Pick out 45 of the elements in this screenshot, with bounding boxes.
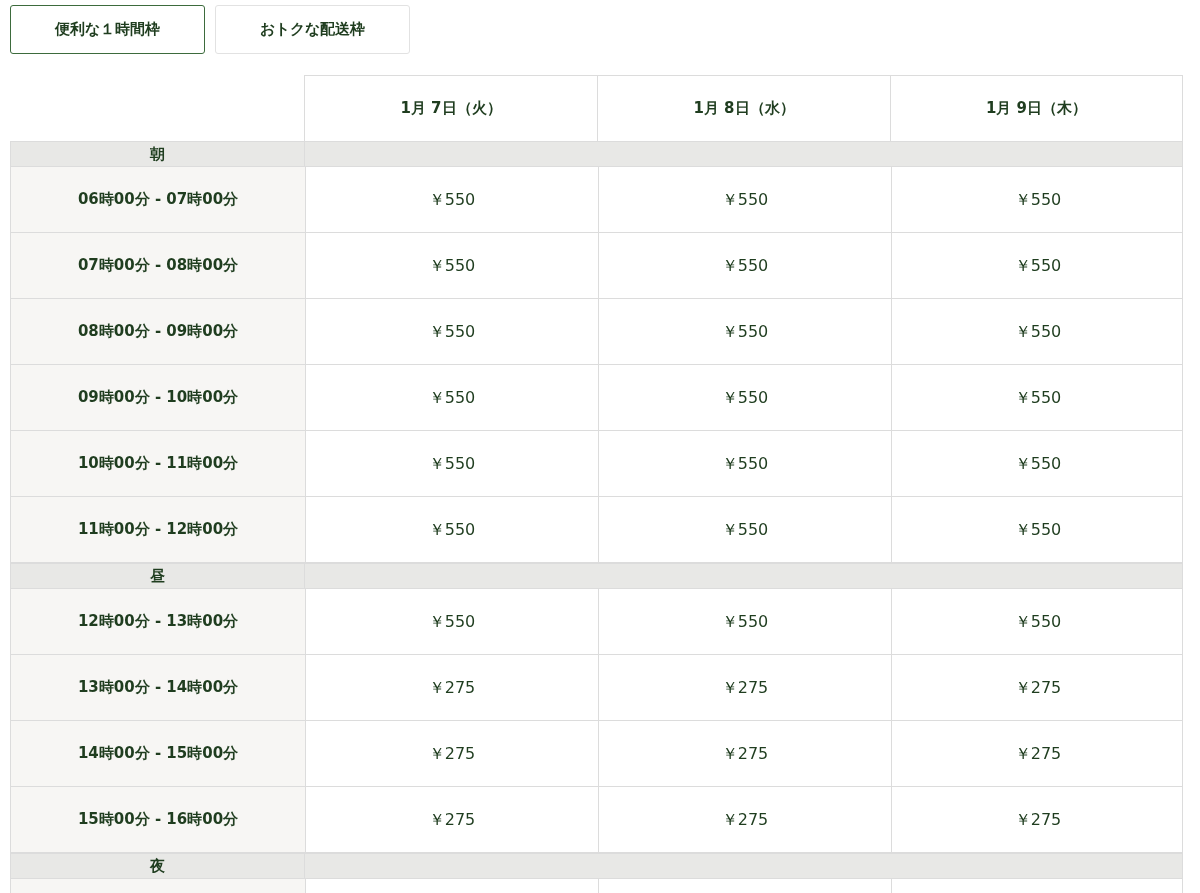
tab[interactable]: 便利な１時間枠 <box>10 5 205 54</box>
price-cell[interactable]: ￥550 <box>598 431 891 496</box>
time-slot-cell: 07時00分 - 08時00分 <box>11 233 305 298</box>
time-slot-cell: 09時00分 - 10時00分 <box>11 365 305 430</box>
price-cell[interactable]: ￥550 <box>305 431 598 496</box>
time-slot-cell: 14時00分 - 15時00分 <box>11 721 305 786</box>
price-cell[interactable]: ￥275 <box>891 655 1184 720</box>
price-cell[interactable]: ￥550 <box>305 589 598 654</box>
price-cell[interactable]: ￥550 <box>305 167 598 232</box>
price-cell[interactable]: ￥275 <box>305 721 598 786</box>
price-cell[interactable]: ￥275 <box>598 655 891 720</box>
time-slot-cell: 15時00分 - 16時00分 <box>11 787 305 852</box>
price-cell[interactable]: ￥550 <box>891 365 1184 430</box>
price-cell[interactable]: ￥275 <box>305 655 598 720</box>
price-cell[interactable]: ￥550 <box>305 497 598 562</box>
price-cell[interactable]: ￥275 <box>305 787 598 852</box>
time-slot-cell: 10時00分 - 11時00分 <box>11 431 305 496</box>
time-slot-cell: 11時00分 - 12時00分 <box>11 497 305 562</box>
price-cell[interactable]: ￥550 <box>891 167 1184 232</box>
price-cell[interactable]: ￥550 <box>305 299 598 364</box>
price-cell[interactable]: ￥550 <box>891 589 1184 654</box>
price-cell[interactable]: ￥550 <box>305 233 598 298</box>
price-cell[interactable]: ￥550 <box>891 497 1184 562</box>
section-label: 朝 <box>150 143 165 165</box>
price-cell[interactable]: ￥550 <box>598 589 891 654</box>
time-slot-cell: 12時00分 - 13時00分 <box>11 589 305 654</box>
price-cell[interactable]: ￥275 <box>598 721 891 786</box>
price-cell[interactable]: ￥550 <box>305 365 598 430</box>
section-label: 夜 <box>150 855 165 877</box>
time-slot-cell: 13時00分 - 14時00分 <box>11 655 305 720</box>
price-cell[interactable]: ￥550 <box>891 299 1184 364</box>
section-label: 昼 <box>150 565 165 587</box>
time-slot-cell: 08時00分 - 09時00分 <box>11 299 305 364</box>
price-cell[interactable]: ￥550 <box>598 233 891 298</box>
tab[interactable]: おトクな配送枠 <box>215 5 410 54</box>
price-cell[interactable]: ￥550 <box>598 167 891 232</box>
price-cell[interactable]: ￥550 <box>598 299 891 364</box>
price-cell[interactable]: ￥275 <box>598 787 891 852</box>
price-cell[interactable]: ￥550 <box>598 497 891 562</box>
price-cell[interactable]: ￥550 <box>598 365 891 430</box>
price-cell[interactable]: ￥550 <box>891 233 1184 298</box>
time-slot-cell: 06時00分 - 07時00分 <box>11 167 305 232</box>
price-cell[interactable]: ￥550 <box>891 431 1184 496</box>
price-cell[interactable]: ￥275 <box>891 721 1184 786</box>
price-cell[interactable]: ￥275 <box>891 787 1184 852</box>
